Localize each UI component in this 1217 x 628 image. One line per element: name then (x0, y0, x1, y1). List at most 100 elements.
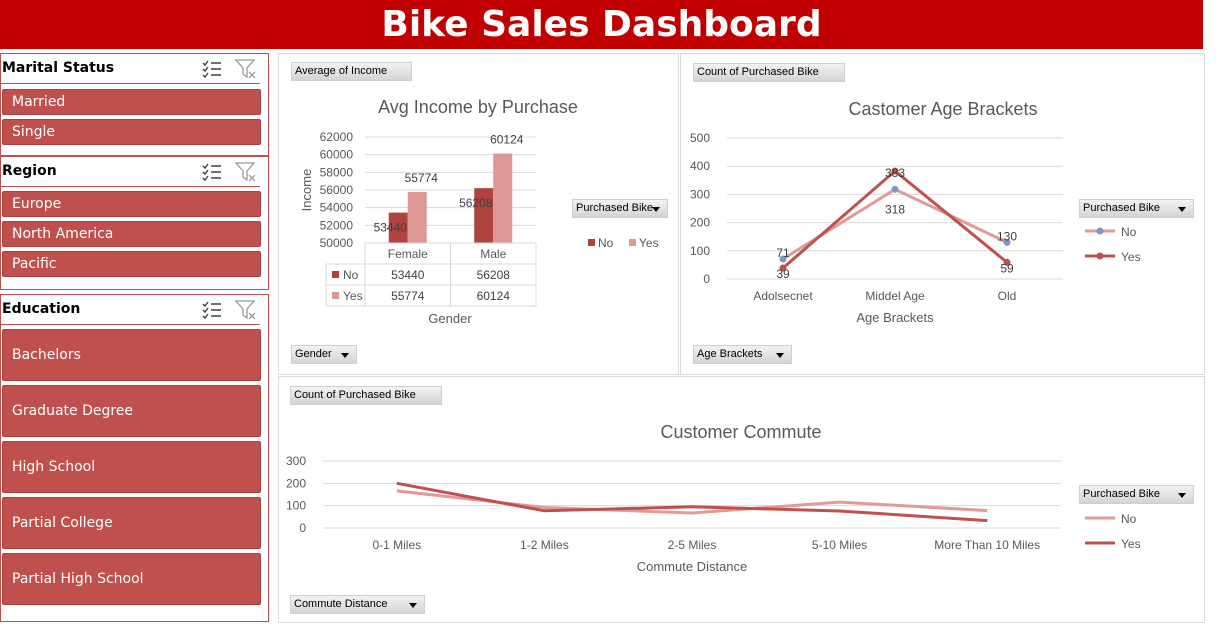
legend-label: Yes (1121, 250, 1141, 264)
legend-label: Yes (1121, 537, 1141, 551)
x-tick-label: Adolsecnet (753, 289, 813, 303)
table-cell: 53440 (391, 268, 425, 282)
table-cell: 56208 (477, 268, 511, 282)
x-tick-label: More Than 10 Miles (934, 538, 1040, 552)
table-cell: 55774 (391, 289, 425, 303)
income-chart: Avg Income by Purchase 50000 52000 54000 560… (299, 97, 659, 326)
table-series-label: Yes (343, 289, 363, 303)
legend-label: No (1121, 225, 1137, 239)
clear-filter-icon[interactable] (234, 160, 258, 184)
data-point (891, 185, 899, 193)
y-tick-label: 100 (690, 244, 710, 258)
y-tick-label: 300 (286, 454, 306, 468)
chart-title: Castomer Age Brackets (848, 99, 1037, 119)
clear-filter-icon[interactable] (234, 298, 258, 322)
slicer-item-bachelors[interactable]: Bachelors (2, 329, 261, 381)
y-tick-label: 50000 (320, 236, 354, 250)
legend-label: No (1121, 512, 1137, 526)
age-chart: Castomer Age Brackets 0 100 200 300 400 500 Ado… (690, 99, 1141, 325)
y-tick-label: 100 (286, 499, 306, 513)
y-tick-label: 56000 (320, 183, 354, 197)
data-label: 53440 (374, 221, 408, 235)
x-tick-label: Middel Age (865, 289, 925, 303)
multi-select-icon[interactable] (201, 161, 223, 183)
chart-title: Avg Income by Purchase (378, 97, 578, 117)
series-line (782, 169, 1008, 270)
slicer-marital-status: Marital Status Married Single (0, 53, 269, 156)
y-tick-label: 60000 (320, 148, 354, 162)
age-chart-panel: Count of Purchased Bike Age Brackets Pur… (680, 53, 1205, 375)
slicer-region: Region Europe North America Pacific (0, 156, 269, 290)
y-tick-label: 52000 (320, 218, 354, 232)
legend-key (629, 239, 636, 246)
slicer-title: Region (2, 163, 57, 179)
data-label: 55774 (405, 171, 439, 185)
y-tick-label: 58000 (320, 165, 354, 179)
x-tick-label: 5-10 Miles (812, 538, 867, 552)
data-label: 39 (776, 267, 790, 281)
commute-chart: Customer Commute 0 100 200 300 0-1 Miles 1-2 M… (286, 422, 1141, 574)
bar (407, 191, 427, 243)
x-axis-label: Commute Distance (637, 559, 748, 574)
income-chart-panel: Average of Income Gender Purchased Bike … (278, 53, 679, 375)
legend-label: No (598, 236, 614, 250)
slicer-item-single[interactable]: Single (2, 119, 261, 145)
series-line (396, 489, 988, 515)
slicer-header: Marital Status (1, 54, 260, 84)
slicer-title: Marital Status (2, 60, 115, 76)
slicer-item-partial-college[interactable]: Partial College (2, 497, 261, 549)
y-tick-label: 200 (286, 476, 306, 490)
y-tick-label: 200 (690, 216, 710, 230)
x-tick-label: Male (480, 247, 506, 261)
y-tick-label: 0 (299, 521, 306, 535)
y-tick-label: 62000 (320, 130, 354, 144)
slicer-item-graduate-degree[interactable]: Graduate Degree (2, 385, 261, 437)
x-tick-label: 1-2 Miles (520, 538, 569, 552)
data-label: 59 (1000, 261, 1014, 275)
slicer-item-north-america[interactable]: North America (2, 221, 261, 247)
slicer-item-high-school[interactable]: High School (2, 441, 261, 493)
series-line (782, 187, 1008, 261)
legend-label: Yes (639, 236, 659, 250)
data-label: 130 (997, 229, 1017, 243)
legend-marker (1096, 252, 1104, 260)
slicer-education: Education Bachelors Graduate Degree High… (0, 294, 269, 622)
y-tick-label: 400 (690, 159, 710, 173)
slicer-item-married[interactable]: Married (2, 89, 261, 115)
x-tick-label: 0-1 Miles (372, 538, 421, 552)
commute-chart-panel: Count of Purchased Bike Commute Distance… (278, 376, 1205, 623)
x-tick-label: Female (388, 247, 428, 261)
bar (493, 153, 513, 243)
slicer-item-pacific[interactable]: Pacific (2, 251, 261, 277)
data-label: 383 (885, 166, 905, 180)
data-label: 318 (885, 202, 905, 216)
legend-key (588, 239, 595, 246)
table-series-label: No (343, 268, 359, 282)
y-tick-label: 0 (703, 272, 710, 286)
x-tick-label: Old (998, 289, 1017, 303)
clear-filter-icon[interactable] (234, 57, 258, 81)
slicer-header: Region (1, 157, 260, 187)
y-axis-label: Income (299, 169, 314, 212)
y-tick-label: 54000 (320, 201, 354, 215)
table-legend-key (332, 292, 339, 299)
data-label: 60124 (490, 133, 524, 147)
multi-select-icon[interactable] (201, 299, 223, 321)
slicer-title: Education (2, 301, 81, 317)
x-axis-label: Age Brackets (856, 310, 934, 325)
dashboard-title: Bike Sales Dashboard (0, 0, 1203, 49)
multi-select-icon[interactable] (201, 58, 223, 80)
y-tick-label: 500 (690, 131, 710, 145)
x-axis-label: Gender (428, 311, 472, 326)
data-label: 71 (776, 246, 790, 260)
data-label: 56208 (459, 196, 493, 210)
slicer-header: Education (1, 295, 260, 325)
table-cell: 60124 (477, 289, 511, 303)
table-legend-key (332, 271, 339, 278)
legend-marker (1096, 227, 1104, 235)
x-tick-label: 2-5 Miles (668, 538, 717, 552)
chart-title: Customer Commute (660, 422, 821, 442)
slicer-item-europe[interactable]: Europe (2, 191, 261, 217)
y-tick-label: 300 (690, 187, 710, 201)
slicer-item-partial-high-school[interactable]: Partial High School (2, 553, 261, 605)
